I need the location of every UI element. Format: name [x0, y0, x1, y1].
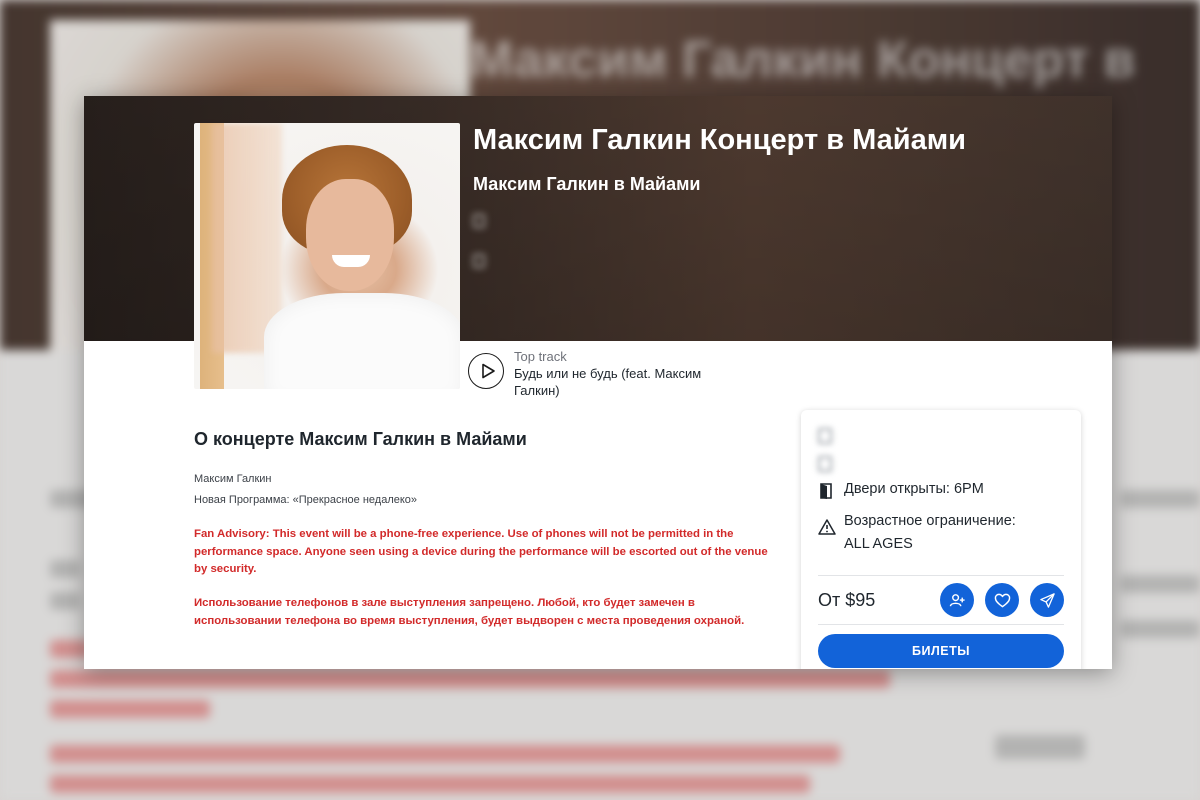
event-subtitle: Максим Галкин в Майами — [473, 174, 701, 194]
event-date-blurred — [473, 214, 743, 228]
heart-icon — [994, 593, 1010, 607]
top-track-label: Top track — [514, 349, 567, 364]
top-track: Top track Будь или не будь (feat. Максим… — [468, 349, 734, 399]
advisory-russian: Использование телефонов в зале выступлен… — [194, 597, 745, 627]
price-text: От $95 — [818, 590, 876, 610]
event-page-card: Максим Галкин Концерт в Майами Максим Га… — [84, 96, 1112, 669]
follow-artist-button[interactable] — [940, 583, 974, 617]
event-title: Максим Галкин Концерт в Майами — [473, 124, 966, 156]
doors-open-row: Двери открыты: 6PM — [818, 481, 984, 500]
doors-open-text: Двери открыты: 6PM — [844, 481, 984, 497]
door-icon — [820, 483, 832, 499]
about-program: Новая Программа: «Прекрасное недалеко» — [194, 494, 418, 506]
send-icon — [1039, 592, 1055, 608]
event-venue-blurred — [473, 254, 803, 268]
panel-date-blurred — [818, 427, 1020, 444]
share-button[interactable] — [1030, 583, 1064, 617]
advisory-english: Fan Advisory: This event will be a phone… — [194, 528, 768, 575]
add-person-icon — [949, 593, 965, 606]
favorite-button[interactable] — [985, 583, 1019, 617]
panel-divider — [818, 624, 1064, 625]
artist-photo — [194, 123, 460, 389]
tickets-button[interactable]: БИЛЕТЫ — [818, 634, 1064, 668]
about-section-title: О концерте Максим Галкин в Майами — [194, 429, 527, 449]
location-icon — [473, 254, 485, 268]
top-track-name[interactable]: Будь или не будь (feat. Максим Галкин) — [514, 365, 734, 399]
warning-icon — [818, 519, 836, 535]
play-button[interactable] — [468, 353, 504, 389]
panel-venue-blurred — [818, 455, 1060, 472]
play-icon — [481, 363, 495, 379]
age-restriction-text: Возрастное ограничение: ALL AGES — [844, 513, 1016, 552]
age-restriction-row: Возрастное ограничение: ALL AGES — [818, 510, 1058, 556]
about-artist: Максим Галкин — [194, 473, 272, 485]
panel-divider — [818, 575, 1064, 576]
ticket-panel: Двери открыты: 6PM Возрастное ограничени… — [801, 410, 1081, 669]
calendar-icon — [473, 214, 485, 228]
